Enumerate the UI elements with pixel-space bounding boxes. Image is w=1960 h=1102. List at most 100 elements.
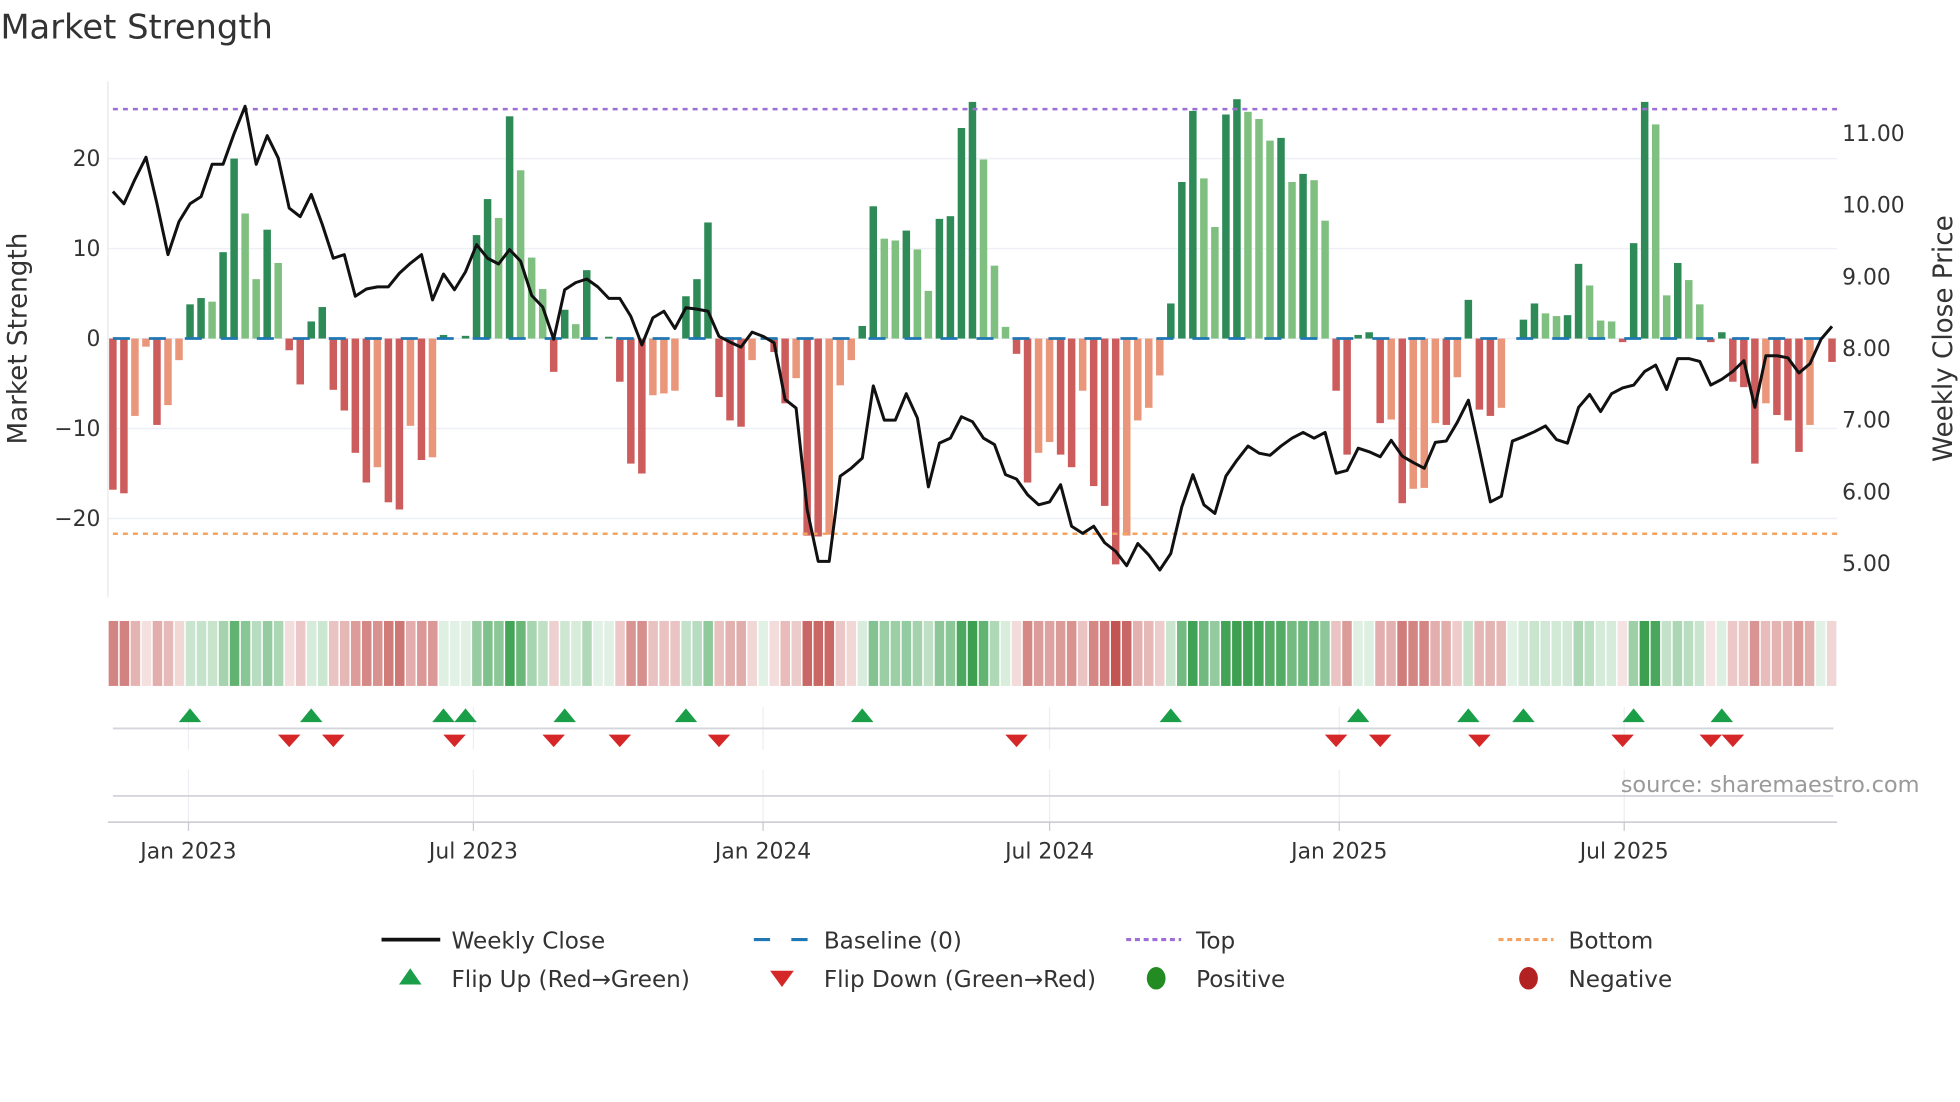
- flip-down-marker: [443, 734, 466, 748]
- heat-cell: [395, 620, 405, 686]
- strength-bar: [990, 265, 999, 339]
- flip-up-marker: [432, 708, 455, 723]
- strength-bar: [1299, 173, 1307, 339]
- heat-cell: [1441, 620, 1451, 686]
- heat-cell: [1782, 620, 1793, 686]
- strength-bar: [605, 336, 613, 339]
- strength-bar: [406, 338, 415, 426]
- legend-triangle-up-icon: [399, 968, 422, 985]
- flip-up-marker: [1457, 708, 1480, 723]
- strength-bar: [1200, 178, 1208, 339]
- heat-cell: [1705, 620, 1716, 686]
- heat-cell: [945, 620, 956, 686]
- strength-bar: [1012, 338, 1021, 354]
- strength-bar: [671, 338, 679, 391]
- strength-bar: [1574, 263, 1583, 339]
- flip-up-marker: [1512, 708, 1535, 723]
- heat-cell: [108, 620, 119, 686]
- heat-cell: [1331, 620, 1341, 686]
- strength-bar: [1310, 180, 1318, 339]
- strength-bar: [241, 213, 249, 339]
- heat-cell: [163, 620, 174, 686]
- strength-bar: [351, 338, 360, 453]
- heat-cell: [494, 620, 504, 686]
- x-axis-ticks: Jan 2023 Jul 2023 Jan 2024 Jul 2024 Jan 2025…: [138, 822, 1669, 864]
- heat-cell: [372, 620, 383, 686]
- heat-cell: [824, 620, 835, 686]
- heat-cell: [527, 620, 537, 686]
- heat-cell: [1749, 620, 1760, 686]
- heat-cell: [1551, 620, 1562, 686]
- legend-circle-positive-icon: [1146, 967, 1166, 990]
- heat-cell: [1309, 620, 1319, 686]
- strength-bar: [1696, 304, 1704, 339]
- heat-cell: [692, 620, 702, 686]
- strength-bar: [660, 338, 668, 394]
- heat-cell: [857, 620, 868, 686]
- flip-up-marker: [1159, 708, 1183, 723]
- heat-cell: [736, 620, 746, 686]
- heat-cell: [472, 620, 482, 686]
- strength-bar: [935, 218, 944, 339]
- left-tick-label: 10: [73, 237, 101, 262]
- heat-cell: [780, 620, 791, 686]
- heat-cell: [1232, 620, 1242, 686]
- strength-bar: [792, 338, 800, 379]
- strength-bar: [1156, 338, 1164, 376]
- heat-cell: [571, 620, 581, 686]
- strength-bar: [1431, 338, 1440, 424]
- strength-bar: [1552, 316, 1561, 339]
- strength-bar: [1673, 262, 1682, 339]
- heat-cell: [1199, 620, 1209, 686]
- strength-bar: [285, 338, 293, 351]
- heat-cell: [383, 620, 394, 686]
- strength-bar: [946, 216, 955, 339]
- heat-cell: [439, 620, 449, 686]
- heat-cell: [1320, 620, 1330, 686]
- strength-bar: [549, 338, 558, 372]
- strength-bar: [373, 338, 382, 468]
- heat-cell: [505, 620, 515, 686]
- strength-bar: [362, 338, 371, 483]
- chart-title: Market Strength: [0, 8, 272, 47]
- left-tick-label: −10: [54, 417, 100, 442]
- strength-bar: [1530, 303, 1539, 339]
- heat-cell: [1287, 620, 1297, 686]
- heat-cell: [1221, 620, 1231, 686]
- heat-cell: [703, 620, 713, 686]
- strength-bar: [748, 338, 756, 361]
- flip-up-marker: [674, 708, 698, 723]
- strength-bar: [1541, 313, 1550, 339]
- heat-cell: [813, 620, 824, 686]
- heat-cell: [284, 620, 295, 686]
- heat-cell: [538, 620, 548, 686]
- flip-up-marker: [300, 708, 323, 723]
- heat-cell: [1507, 620, 1517, 686]
- heat-cell: [604, 620, 614, 686]
- heat-cell: [130, 620, 141, 686]
- heat-cell: [152, 620, 163, 686]
- strength-bar: [494, 217, 503, 339]
- heat-cell: [1132, 620, 1143, 686]
- heat-cell: [240, 620, 251, 686]
- heat-cell: [218, 620, 229, 686]
- heat-cell: [1022, 620, 1033, 686]
- strength-bar: [627, 338, 635, 464]
- heat-cell: [1375, 620, 1385, 686]
- strength-bar: [913, 249, 922, 339]
- heat-cell: [350, 620, 361, 686]
- legend-item: Top: [1126, 928, 1235, 954]
- heat-cell: [1342, 620, 1352, 686]
- legend-label: Weekly Close: [451, 928, 605, 954]
- heat-cell: [989, 620, 1000, 686]
- flip-down-marker: [1611, 734, 1634, 748]
- strength-bar: [682, 296, 690, 339]
- strength-bar: [1189, 110, 1197, 339]
- heat-cell: [1617, 620, 1628, 686]
- strength-bar: [417, 338, 426, 461]
- heat-cell: [1033, 620, 1044, 686]
- heat-cell: [1044, 620, 1055, 686]
- strength-bar: [384, 338, 393, 503]
- flip-down-marker: [608, 734, 632, 748]
- strength-bar: [1023, 338, 1032, 483]
